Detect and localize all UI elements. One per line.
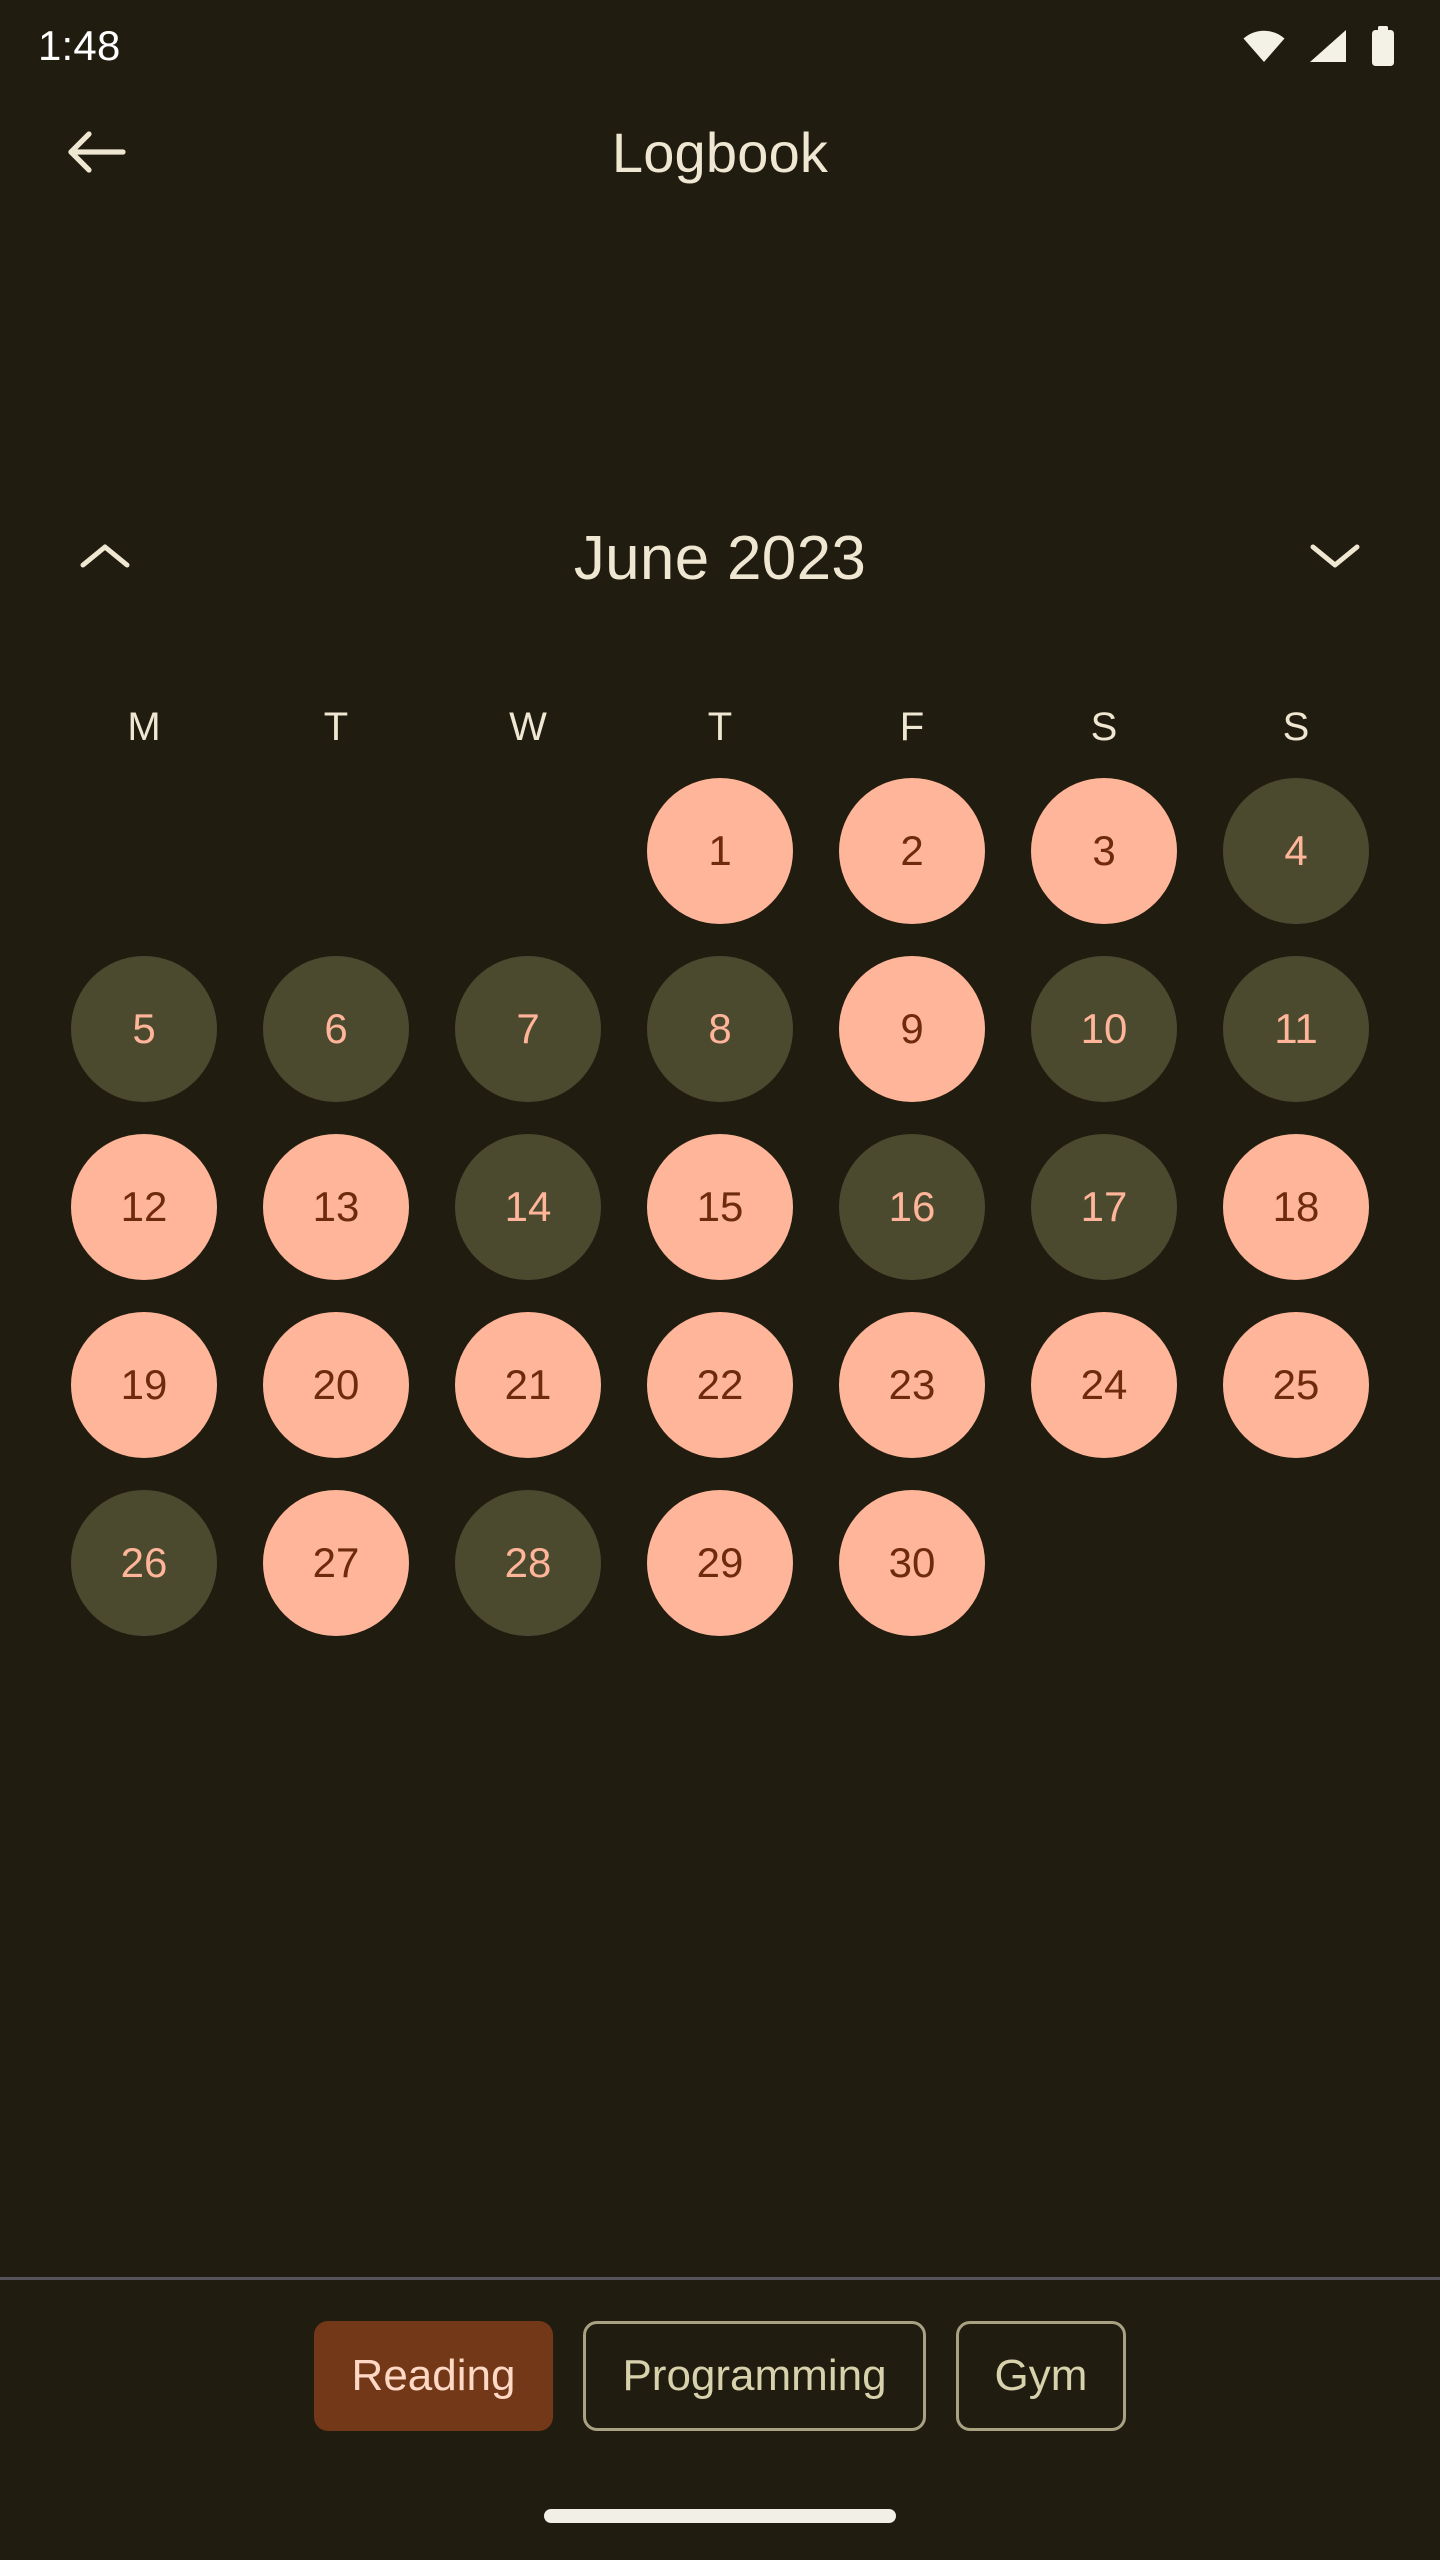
back-button[interactable] xyxy=(54,110,138,194)
calendar-day-cell[interactable]: 9 xyxy=(839,956,985,1102)
calendar-day-cell[interactable]: 28 xyxy=(455,1490,601,1636)
calendar-weekday-header: M T W T F S S xyxy=(48,692,1392,762)
weekday-label-sun: S xyxy=(1282,705,1310,749)
current-month-label: June 2023 xyxy=(573,523,867,593)
calendar-day-cell[interactable]: 25 xyxy=(1223,1312,1369,1458)
weekday-label-wed: W xyxy=(509,705,547,749)
weekday-label-thu: T xyxy=(707,705,733,749)
calendar-day-cell[interactable]: 23 xyxy=(839,1312,985,1458)
calendar-day-cell[interactable]: 1 xyxy=(647,778,793,924)
calendar-day-cell xyxy=(1223,1490,1369,1636)
calendar-day-cell[interactable]: 4 xyxy=(1223,778,1369,924)
calendar-day-cell[interactable]: 30 xyxy=(839,1490,985,1636)
weekday-label-tue: T xyxy=(323,705,349,749)
calendar-day-cell[interactable]: 11 xyxy=(1223,956,1369,1102)
calendar-day-cell[interactable]: 10 xyxy=(1031,956,1177,1102)
calendar-day-cell[interactable]: 5 xyxy=(71,956,217,1102)
calendar-day-cell[interactable]: 20 xyxy=(263,1312,409,1458)
calendar-day-cell xyxy=(1031,1490,1177,1636)
previous-month-button[interactable] xyxy=(62,515,148,601)
calendar-day-cell[interactable]: 22 xyxy=(647,1312,793,1458)
status-bar-clock: 1:48 xyxy=(38,22,121,69)
app-screen: 1:48 Logbook June 2023 M T W T F S S 1 2… xyxy=(0,0,1440,2560)
system-navigation-bar xyxy=(0,2472,1440,2560)
calendar-day-cell[interactable]: 29 xyxy=(647,1490,793,1636)
app-bar: Logbook xyxy=(0,92,1440,212)
weekday-label-sat: S xyxy=(1090,705,1118,749)
calendar-day-cell[interactable]: 27 xyxy=(263,1490,409,1636)
calendar-day-cell[interactable]: 18 xyxy=(1223,1134,1369,1280)
calendar-day-cell[interactable]: 17 xyxy=(1031,1134,1177,1280)
calendar-day-cell[interactable]: 16 xyxy=(839,1134,985,1280)
arrow-left-icon xyxy=(65,127,127,177)
weekday-label-mon: M xyxy=(127,705,161,749)
weekday-label-fri: F xyxy=(899,705,925,749)
calendar-day-cell[interactable]: 8 xyxy=(647,956,793,1102)
habit-chip-programming[interactable]: Programming xyxy=(583,2321,926,2431)
habit-filter-bar: Reading Programming Gym xyxy=(0,2280,1440,2472)
calendar-week-row: 1 2 3 4 xyxy=(48,762,1392,940)
calendar-day-cell[interactable]: 26 xyxy=(71,1490,217,1636)
page-title: Logbook xyxy=(611,120,829,184)
calendar-week-row: 26 27 28 29 30 xyxy=(48,1474,1392,1652)
calendar-day-cell[interactable]: 24 xyxy=(1031,1312,1177,1458)
status-bar: 1:48 xyxy=(0,0,1440,92)
calendar-day-cell xyxy=(71,778,217,924)
calendar-day-cell[interactable]: 13 xyxy=(263,1134,409,1280)
calendar-week-row: 12 13 14 15 16 17 18 xyxy=(48,1118,1392,1296)
chevron-down-icon xyxy=(1308,540,1362,577)
chevron-up-icon xyxy=(78,540,132,577)
calendar-day-cell[interactable]: 3 xyxy=(1031,778,1177,924)
calendar-day-cell[interactable]: 14 xyxy=(455,1134,601,1280)
calendar-week-row: 5 6 7 8 9 10 11 xyxy=(48,940,1392,1118)
calendar-day-cell[interactable]: 6 xyxy=(263,956,409,1102)
calendar-day-cell xyxy=(263,778,409,924)
calendar-week-row: 19 20 21 22 23 24 25 xyxy=(48,1296,1392,1474)
habit-chip-reading[interactable]: Reading xyxy=(313,2321,554,2431)
cellular-signal-icon xyxy=(1308,29,1348,63)
calendar-day-cell[interactable]: 2 xyxy=(839,778,985,924)
battery-icon xyxy=(1370,26,1396,66)
calendar-day-cell[interactable]: 7 xyxy=(455,956,601,1102)
calendar-day-cell[interactable]: 15 xyxy=(647,1134,793,1280)
status-bar-icons xyxy=(1242,26,1396,66)
wifi-icon xyxy=(1242,29,1286,63)
calendar-day-cell[interactable]: 12 xyxy=(71,1134,217,1280)
calendar-day-cell xyxy=(455,778,601,924)
habit-chip-gym[interactable]: Gym xyxy=(955,2321,1127,2431)
month-navigation: June 2023 xyxy=(0,498,1440,618)
calendar-day-cell[interactable]: 19 xyxy=(71,1312,217,1458)
calendar-day-cell[interactable]: 21 xyxy=(455,1312,601,1458)
home-gesture-pill[interactable] xyxy=(544,2509,896,2523)
next-month-button[interactable] xyxy=(1292,515,1378,601)
calendar-grid: M T W T F S S 1 2 3 4 5 6 7 8 9 10 11 12… xyxy=(0,692,1440,1652)
